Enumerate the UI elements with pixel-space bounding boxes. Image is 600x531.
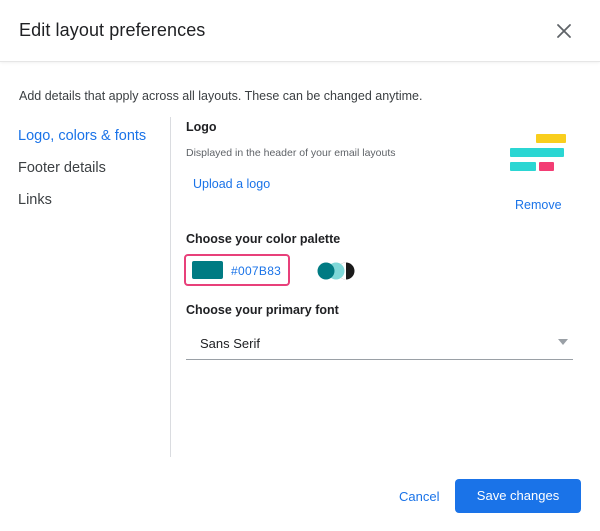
chevron-down-icon [558,339,568,345]
nav-item-footer-details[interactable]: Footer details [18,160,106,176]
logo-heading: Logo [186,120,217,134]
primary-font-heading: Choose your primary font [186,303,339,317]
dialog-title: Edit layout preferences [19,20,206,40]
upload-logo-button[interactable]: Upload a logo [193,177,270,191]
remove-logo-button[interactable]: Remove [515,198,562,212]
color-swatch [192,261,223,279]
logo-description: Displayed in the header of your email la… [186,147,396,159]
cancel-button[interactable]: Cancel [399,489,439,504]
nav-divider [170,117,171,457]
contrast-mode-icon[interactable] [316,262,364,280]
dialog-subtitle: Add details that apply across all layout… [19,89,423,103]
edit-layout-dialog: Edit layout preferences Add details that… [0,0,600,531]
dialog-header: Edit layout preferences [0,0,600,62]
primary-font-value: Sans Serif [200,336,260,351]
primary-font-select[interactable]: Sans Serif [186,326,573,360]
nav-item-links[interactable]: Links [18,192,52,208]
save-changes-button[interactable]: Save changes [455,479,581,513]
color-palette-heading: Choose your color palette [186,232,341,246]
logo-preview-image [510,134,566,171]
close-icon [557,24,571,38]
nav-item-logo-colors-fonts[interactable]: Logo, colors & fonts [18,128,146,144]
color-picker-chip[interactable]: #007B83 [184,254,290,286]
close-button[interactable] [552,19,576,43]
color-hex-value: #007B83 [231,264,282,278]
